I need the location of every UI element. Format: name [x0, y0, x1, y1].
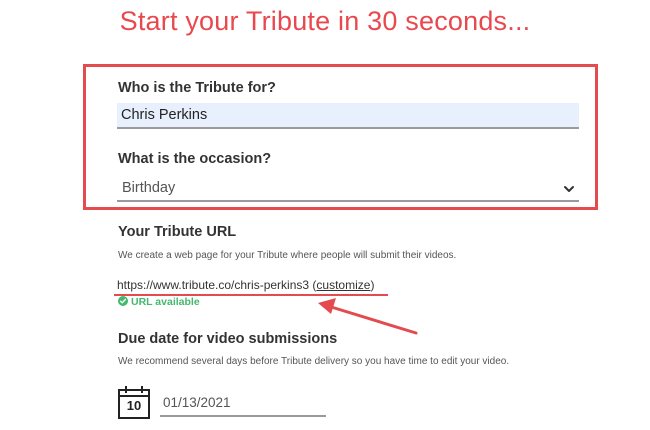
customize-url-link[interactable]: customize: [316, 278, 370, 292]
tribute-url-value: https://www.tribute.co/chris-perkins3: [117, 278, 310, 292]
tribute-url-help: We create a web page for your Tribute wh…: [118, 250, 457, 261]
occasion-label: What is the occasion?: [118, 151, 272, 167]
page-title: Start your Tribute in 30 seconds...: [119, 6, 531, 36]
calendar-day: 10: [126, 398, 142, 413]
tribute-url-label: Your Tribute URL: [118, 224, 237, 240]
due-date-input[interactable]: 01/13/2021: [160, 393, 326, 417]
occasion-value: Birthday: [122, 180, 176, 196]
occasion-select[interactable]: Birthday: [117, 177, 579, 202]
due-date-label: Due date for video submissions: [118, 331, 338, 347]
url-available-text: URL available: [131, 296, 200, 308]
tribute-url-row: https://www.tribute.co/chris-perkins3 (c…: [117, 278, 375, 292]
due-date-value: 01/13/2021: [163, 395, 231, 410]
url-available-status: URL available: [118, 296, 200, 308]
calendar-icon[interactable]: 10: [117, 384, 151, 420]
check-circle-icon: [118, 296, 128, 306]
recipient-name-input[interactable]: [117, 103, 579, 129]
chevron-down-icon: [564, 186, 574, 192]
recipient-label: Who is the Tribute for?: [118, 80, 276, 96]
due-date-help: We recommend several days before Tribute…: [118, 356, 510, 367]
